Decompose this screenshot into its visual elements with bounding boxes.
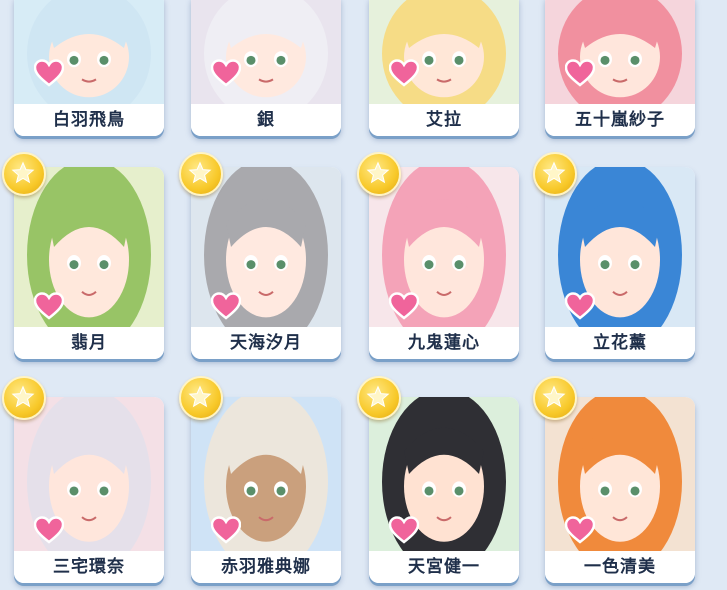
character-card[interactable]: 天宮健一 bbox=[369, 397, 519, 583]
character-name: 立花薰 bbox=[545, 327, 695, 359]
heart-icon bbox=[210, 292, 242, 320]
star-icon[interactable] bbox=[357, 376, 401, 420]
character-name: 九鬼蓮心 bbox=[369, 327, 519, 359]
heart-icon bbox=[388, 59, 420, 87]
star-icon[interactable] bbox=[2, 152, 46, 196]
heart-icon bbox=[210, 516, 242, 544]
heart-icon bbox=[564, 59, 596, 87]
character-name: 翡月 bbox=[14, 327, 164, 359]
star-icon[interactable] bbox=[179, 376, 223, 420]
character-portrait bbox=[545, 0, 695, 104]
character-portrait bbox=[191, 0, 341, 104]
character-card[interactable]: 赤羽雅典娜 bbox=[191, 397, 341, 583]
star-icon[interactable] bbox=[179, 152, 223, 196]
character-name: 天海汐月 bbox=[191, 327, 341, 359]
star-icon[interactable] bbox=[533, 152, 577, 196]
character-card[interactable]: 白羽飛鳥 bbox=[14, 0, 164, 136]
character-portrait bbox=[14, 0, 164, 104]
character-card[interactable]: 艾拉 bbox=[369, 0, 519, 136]
character-portrait bbox=[369, 0, 519, 104]
character-grid: 白羽飛鳥 銀 艾拉 五十嵐紗子 翡月 天海汐月 九鬼蓮心 立花薰 三宅環奈 赤羽… bbox=[0, 0, 727, 590]
character-name: 白羽飛鳥 bbox=[14, 104, 164, 136]
character-card[interactable]: 天海汐月 bbox=[191, 167, 341, 359]
heart-icon bbox=[564, 516, 596, 544]
character-name: 五十嵐紗子 bbox=[545, 104, 695, 136]
character-card[interactable]: 三宅環奈 bbox=[14, 397, 164, 583]
star-icon[interactable] bbox=[2, 376, 46, 420]
character-name: 銀 bbox=[191, 104, 341, 136]
heart-icon bbox=[210, 59, 242, 87]
character-card[interactable]: 一色清美 bbox=[545, 397, 695, 583]
character-card[interactable]: 五十嵐紗子 bbox=[545, 0, 695, 136]
star-icon[interactable] bbox=[533, 376, 577, 420]
heart-icon bbox=[33, 292, 65, 320]
star-icon[interactable] bbox=[357, 152, 401, 196]
character-name: 天宮健一 bbox=[369, 551, 519, 583]
heart-icon bbox=[564, 292, 596, 320]
character-card[interactable]: 九鬼蓮心 bbox=[369, 167, 519, 359]
character-card[interactable]: 立花薰 bbox=[545, 167, 695, 359]
character-card[interactable]: 翡月 bbox=[14, 167, 164, 359]
character-name: 一色清美 bbox=[545, 551, 695, 583]
character-card[interactable]: 銀 bbox=[191, 0, 341, 136]
heart-icon bbox=[33, 516, 65, 544]
heart-icon bbox=[388, 292, 420, 320]
character-name: 赤羽雅典娜 bbox=[191, 551, 341, 583]
heart-icon bbox=[388, 516, 420, 544]
heart-icon bbox=[33, 59, 65, 87]
character-name: 三宅環奈 bbox=[14, 551, 164, 583]
character-name: 艾拉 bbox=[369, 104, 519, 136]
